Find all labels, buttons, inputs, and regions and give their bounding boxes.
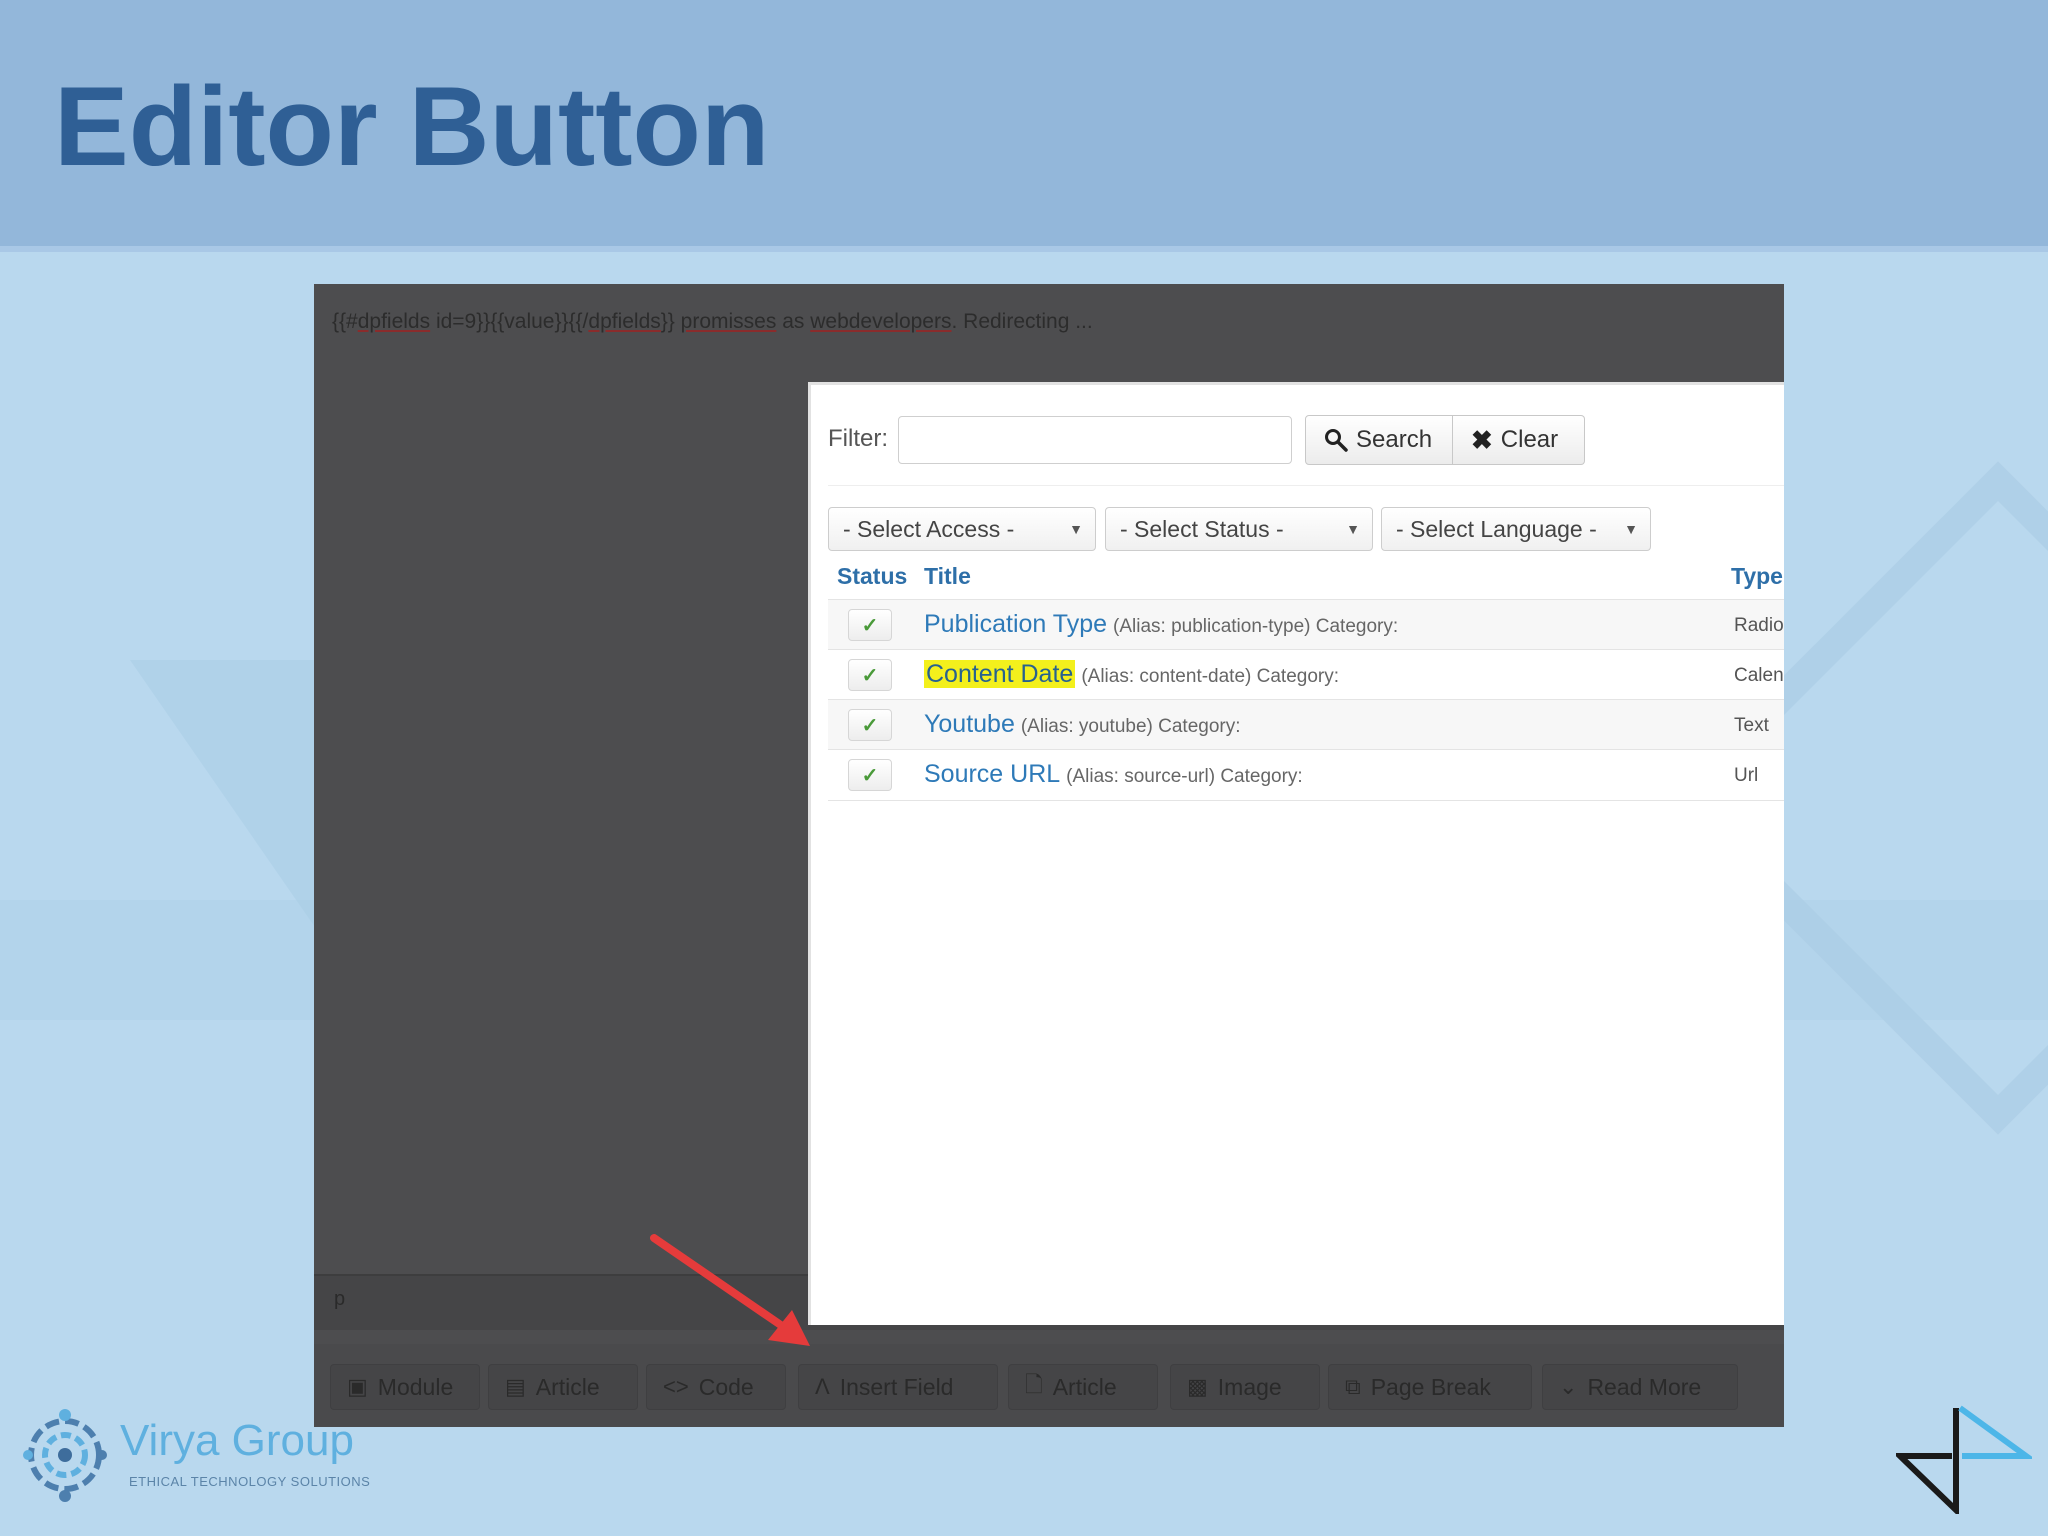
image-icon: ▩ <box>1187 1374 1208 1399</box>
field-link[interactable]: Publication Type <box>924 610 1107 638</box>
field-meta: (Alias: publication-type) Category: <box>1113 616 1399 637</box>
chevron-down-icon: ⌄ <box>1559 1374 1578 1399</box>
editor-text: webdevelopers <box>810 310 952 333</box>
button-label: Image <box>1217 1373 1282 1400</box>
field-link[interactable]: Content Date <box>924 660 1076 688</box>
select-status-value: - Select Status - <box>1120 515 1284 542</box>
editor-screenshot: {{#dpfields id=9}}{{value}}{{/dpfields}}… <box>314 284 1784 1427</box>
select-language[interactable]: - Select Language - ▼ <box>1381 507 1651 551</box>
article-link-button[interactable]: 🗋 Article <box>1008 1364 1158 1410</box>
field-meta: (Alias: source-url) Category: <box>1066 766 1303 787</box>
module-icon: ▣ <box>347 1374 368 1399</box>
table-row: ✓ Publication Type (Alias: publication-ty… <box>828 599 1784 650</box>
row-title: Youtube (Alias: youtube) Category: <box>924 710 1241 739</box>
field-link[interactable]: Youtube <box>924 710 1015 738</box>
editor-text: {{# <box>332 310 358 333</box>
check-icon: ✓ <box>861 714 879 737</box>
column-header-title[interactable]: Title <box>924 563 971 590</box>
select-status[interactable]: - Select Status - ▼ <box>1105 507 1373 551</box>
search-button[interactable]: Search <box>1305 415 1453 465</box>
field-meta: (Alias: content-date) Category: <box>1081 666 1340 687</box>
row-title: Publication Type (Alias: publication-type… <box>924 610 1398 639</box>
clear-button-label: Clear <box>1500 426 1559 453</box>
button-label: Page Break <box>1370 1373 1491 1400</box>
company-tagline: ETHICAL TECHNOLOGY SOLUTIONS <box>129 1474 371 1489</box>
caret-down-icon: ▼ <box>1624 521 1638 537</box>
field-meta: (Alias: youtube) Category: <box>1020 716 1241 737</box>
company-name: Virya Group <box>120 1416 354 1465</box>
search-icon <box>1325 429 1348 452</box>
editor-text: dpfields <box>588 310 661 333</box>
column-header-status[interactable]: Status <box>837 563 907 590</box>
editor-text: as <box>776 310 811 333</box>
published-toggle[interactable]: ✓ <box>848 659 892 691</box>
page-break-icon: ⧉ <box>1345 1374 1361 1399</box>
filter-label: Filter: <box>828 425 888 452</box>
row-title: Content Date (Alias: content-date) Catego… <box>924 660 1339 689</box>
clear-button[interactable]: ✖ Clear <box>1453 415 1585 465</box>
search-button-label: Search <box>1356 426 1433 453</box>
button-label: Module <box>377 1373 454 1400</box>
editor-button-bar: ▣ Module ▤ Article <> Code Λ Insert Fiel… <box>314 1344 1784 1427</box>
select-access-value: - Select Access - <box>843 515 1015 542</box>
check-icon: ✓ <box>861 614 879 637</box>
check-icon: ✓ <box>861 764 879 787</box>
editor-text: promisses <box>680 310 777 333</box>
table-row: ✓ Content Date (Alias: content-date) Cate… <box>828 649 1784 700</box>
button-label: Code <box>698 1373 754 1400</box>
field-type: Calend <box>1734 665 1784 686</box>
caret-down-icon: ▼ <box>1346 521 1360 537</box>
button-label: Article <box>1052 1373 1117 1400</box>
published-toggle[interactable]: ✓ <box>848 709 892 741</box>
article-button[interactable]: ▤ Article <box>488 1364 638 1410</box>
editor-content[interactable]: {{#dpfields id=9}}{{value}}{{/dpfields}}… <box>332 310 1093 334</box>
insert-field-button[interactable]: Λ Insert Field <box>798 1364 998 1410</box>
corner-logo-icon <box>1896 1405 2032 1514</box>
editor-text: . Redirecting ... <box>951 310 1093 333</box>
close-icon: ✖ <box>1471 424 1493 455</box>
table-row: ✓ Youtube (Alias: youtube) Category: Text <box>828 699 1784 750</box>
editor-path: p <box>334 1288 346 1310</box>
editor-text: }} <box>660 310 681 333</box>
field-type: Url <box>1734 765 1759 786</box>
insert-field-icon: Λ <box>815 1374 830 1399</box>
virya-logo-icon <box>23 1409 107 1502</box>
field-type: Text <box>1734 715 1769 736</box>
red-arrow-annotation <box>650 1234 810 1346</box>
read-more-button[interactable]: ⌄ Read More <box>1542 1364 1738 1410</box>
article-icon: ▤ <box>505 1374 526 1399</box>
select-access[interactable]: - Select Access - ▼ <box>828 507 1096 551</box>
image-button[interactable]: ▩ Image <box>1170 1364 1320 1410</box>
slide-header: Editor Button <box>0 0 2048 252</box>
file-icon: 🗋 <box>1025 1372 1043 1397</box>
divider <box>828 485 1784 486</box>
field-type: Radio <box>1734 615 1784 636</box>
caret-down-icon: ▼ <box>1069 521 1083 537</box>
table-row: ✓ Source URL (Alias: source-url) Category… <box>828 749 1784 801</box>
button-label: Article <box>535 1373 600 1400</box>
code-button[interactable]: <> Code <box>646 1364 786 1410</box>
button-label: Insert Field <box>839 1373 954 1400</box>
insert-field-modal: Filter: Search ✖ Clear - Select Access -… <box>808 382 1784 1325</box>
page-break-button[interactable]: ⧉ Page Break <box>1328 1364 1532 1410</box>
editor-text: id=9}}{{value}}{{/ <box>430 310 589 333</box>
field-link[interactable]: Source URL <box>924 760 1060 788</box>
select-language-value: - Select Language - <box>1396 515 1597 542</box>
filter-button-group: Search ✖ Clear <box>1305 415 1585 465</box>
module-button[interactable]: ▣ Module <box>330 1364 480 1410</box>
check-icon: ✓ <box>861 664 879 687</box>
published-toggle[interactable]: ✓ <box>848 609 892 641</box>
slide-title: Editor Button <box>54 64 770 189</box>
column-header-type[interactable]: Type <box>1731 563 1783 590</box>
editor-text: dpfields <box>357 310 431 333</box>
published-toggle[interactable]: ✓ <box>848 759 892 791</box>
button-label: Read More <box>1587 1373 1702 1400</box>
filter-input[interactable] <box>898 416 1292 464</box>
row-title: Source URL (Alias: source-url) Category: <box>924 760 1303 789</box>
code-icon: <> <box>663 1374 689 1399</box>
